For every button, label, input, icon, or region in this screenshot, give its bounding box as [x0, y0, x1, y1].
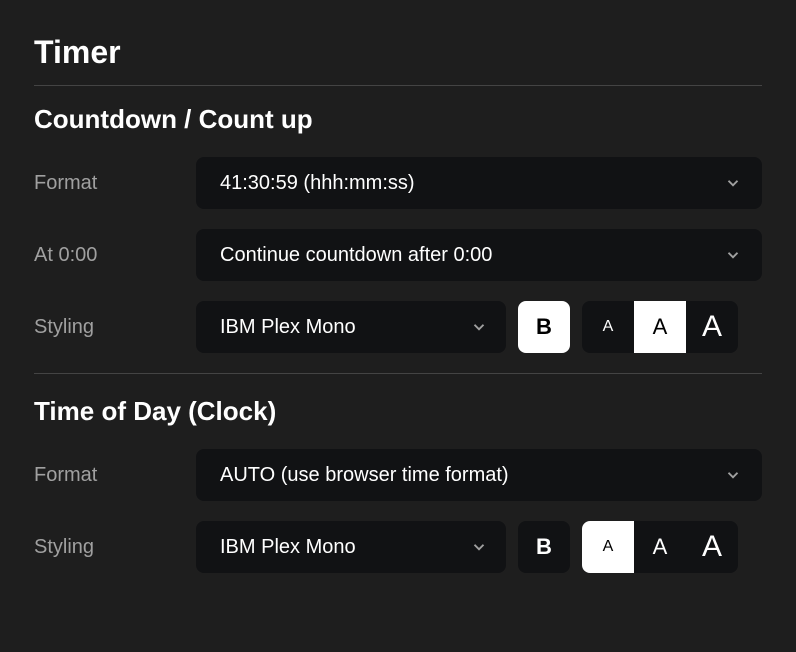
countdown-styling-label: Styling	[34, 316, 196, 339]
clock-size-group: A A A	[582, 521, 738, 573]
countdown-atzero-row: At 0:00 Continue countdown after 0:00	[34, 229, 762, 281]
clock-format-label: Format	[34, 464, 196, 487]
clock-styling-label: Styling	[34, 536, 196, 559]
chevron-down-icon	[724, 246, 742, 264]
countdown-heading: Countdown / Count up	[34, 104, 762, 135]
clock-size-medium[interactable]: A	[634, 521, 686, 573]
clock-format-value: AUTO (use browser time format)	[220, 464, 509, 487]
countdown-format-dropdown[interactable]: 41:30:59 (hhh:mm:ss)	[196, 157, 762, 209]
page-title: Timer	[34, 34, 762, 71]
chevron-down-icon	[470, 318, 488, 336]
countdown-styling-controls: IBM Plex Mono B A A A	[196, 301, 762, 353]
countdown-styling-row: Styling IBM Plex Mono B A A A	[34, 301, 762, 353]
chevron-down-icon	[470, 538, 488, 556]
clock-styling-row: Styling IBM Plex Mono B A A A	[34, 521, 762, 573]
countdown-format-value: 41:30:59 (hhh:mm:ss)	[220, 172, 415, 195]
clock-font-value: IBM Plex Mono	[220, 536, 356, 559]
divider	[34, 85, 762, 86]
countdown-size-medium[interactable]: A	[634, 301, 686, 353]
countdown-size-group: A A A	[582, 301, 738, 353]
clock-font-dropdown[interactable]: IBM Plex Mono	[196, 521, 506, 573]
clock-bold-toggle[interactable]: B	[518, 521, 570, 573]
countdown-size-large[interactable]: A	[686, 301, 738, 353]
countdown-size-small[interactable]: A	[582, 301, 634, 353]
clock-styling-controls: IBM Plex Mono B A A A	[196, 521, 762, 573]
clock-size-small[interactable]: A	[582, 521, 634, 573]
countdown-atzero-value: Continue countdown after 0:00	[220, 244, 492, 267]
countdown-format-label: Format	[34, 172, 196, 195]
chevron-down-icon	[724, 174, 742, 192]
clock-heading: Time of Day (Clock)	[34, 396, 762, 427]
countdown-font-value: IBM Plex Mono	[220, 316, 356, 339]
clock-size-large[interactable]: A	[686, 521, 738, 573]
countdown-bold-toggle[interactable]: B	[518, 301, 570, 353]
clock-format-row: Format AUTO (use browser time format)	[34, 449, 762, 501]
countdown-atzero-dropdown[interactable]: Continue countdown after 0:00	[196, 229, 762, 281]
countdown-atzero-label: At 0:00	[34, 244, 196, 267]
divider	[34, 373, 762, 374]
countdown-format-row: Format 41:30:59 (hhh:mm:ss)	[34, 157, 762, 209]
countdown-font-dropdown[interactable]: IBM Plex Mono	[196, 301, 506, 353]
chevron-down-icon	[724, 466, 742, 484]
clock-format-dropdown[interactable]: AUTO (use browser time format)	[196, 449, 762, 501]
